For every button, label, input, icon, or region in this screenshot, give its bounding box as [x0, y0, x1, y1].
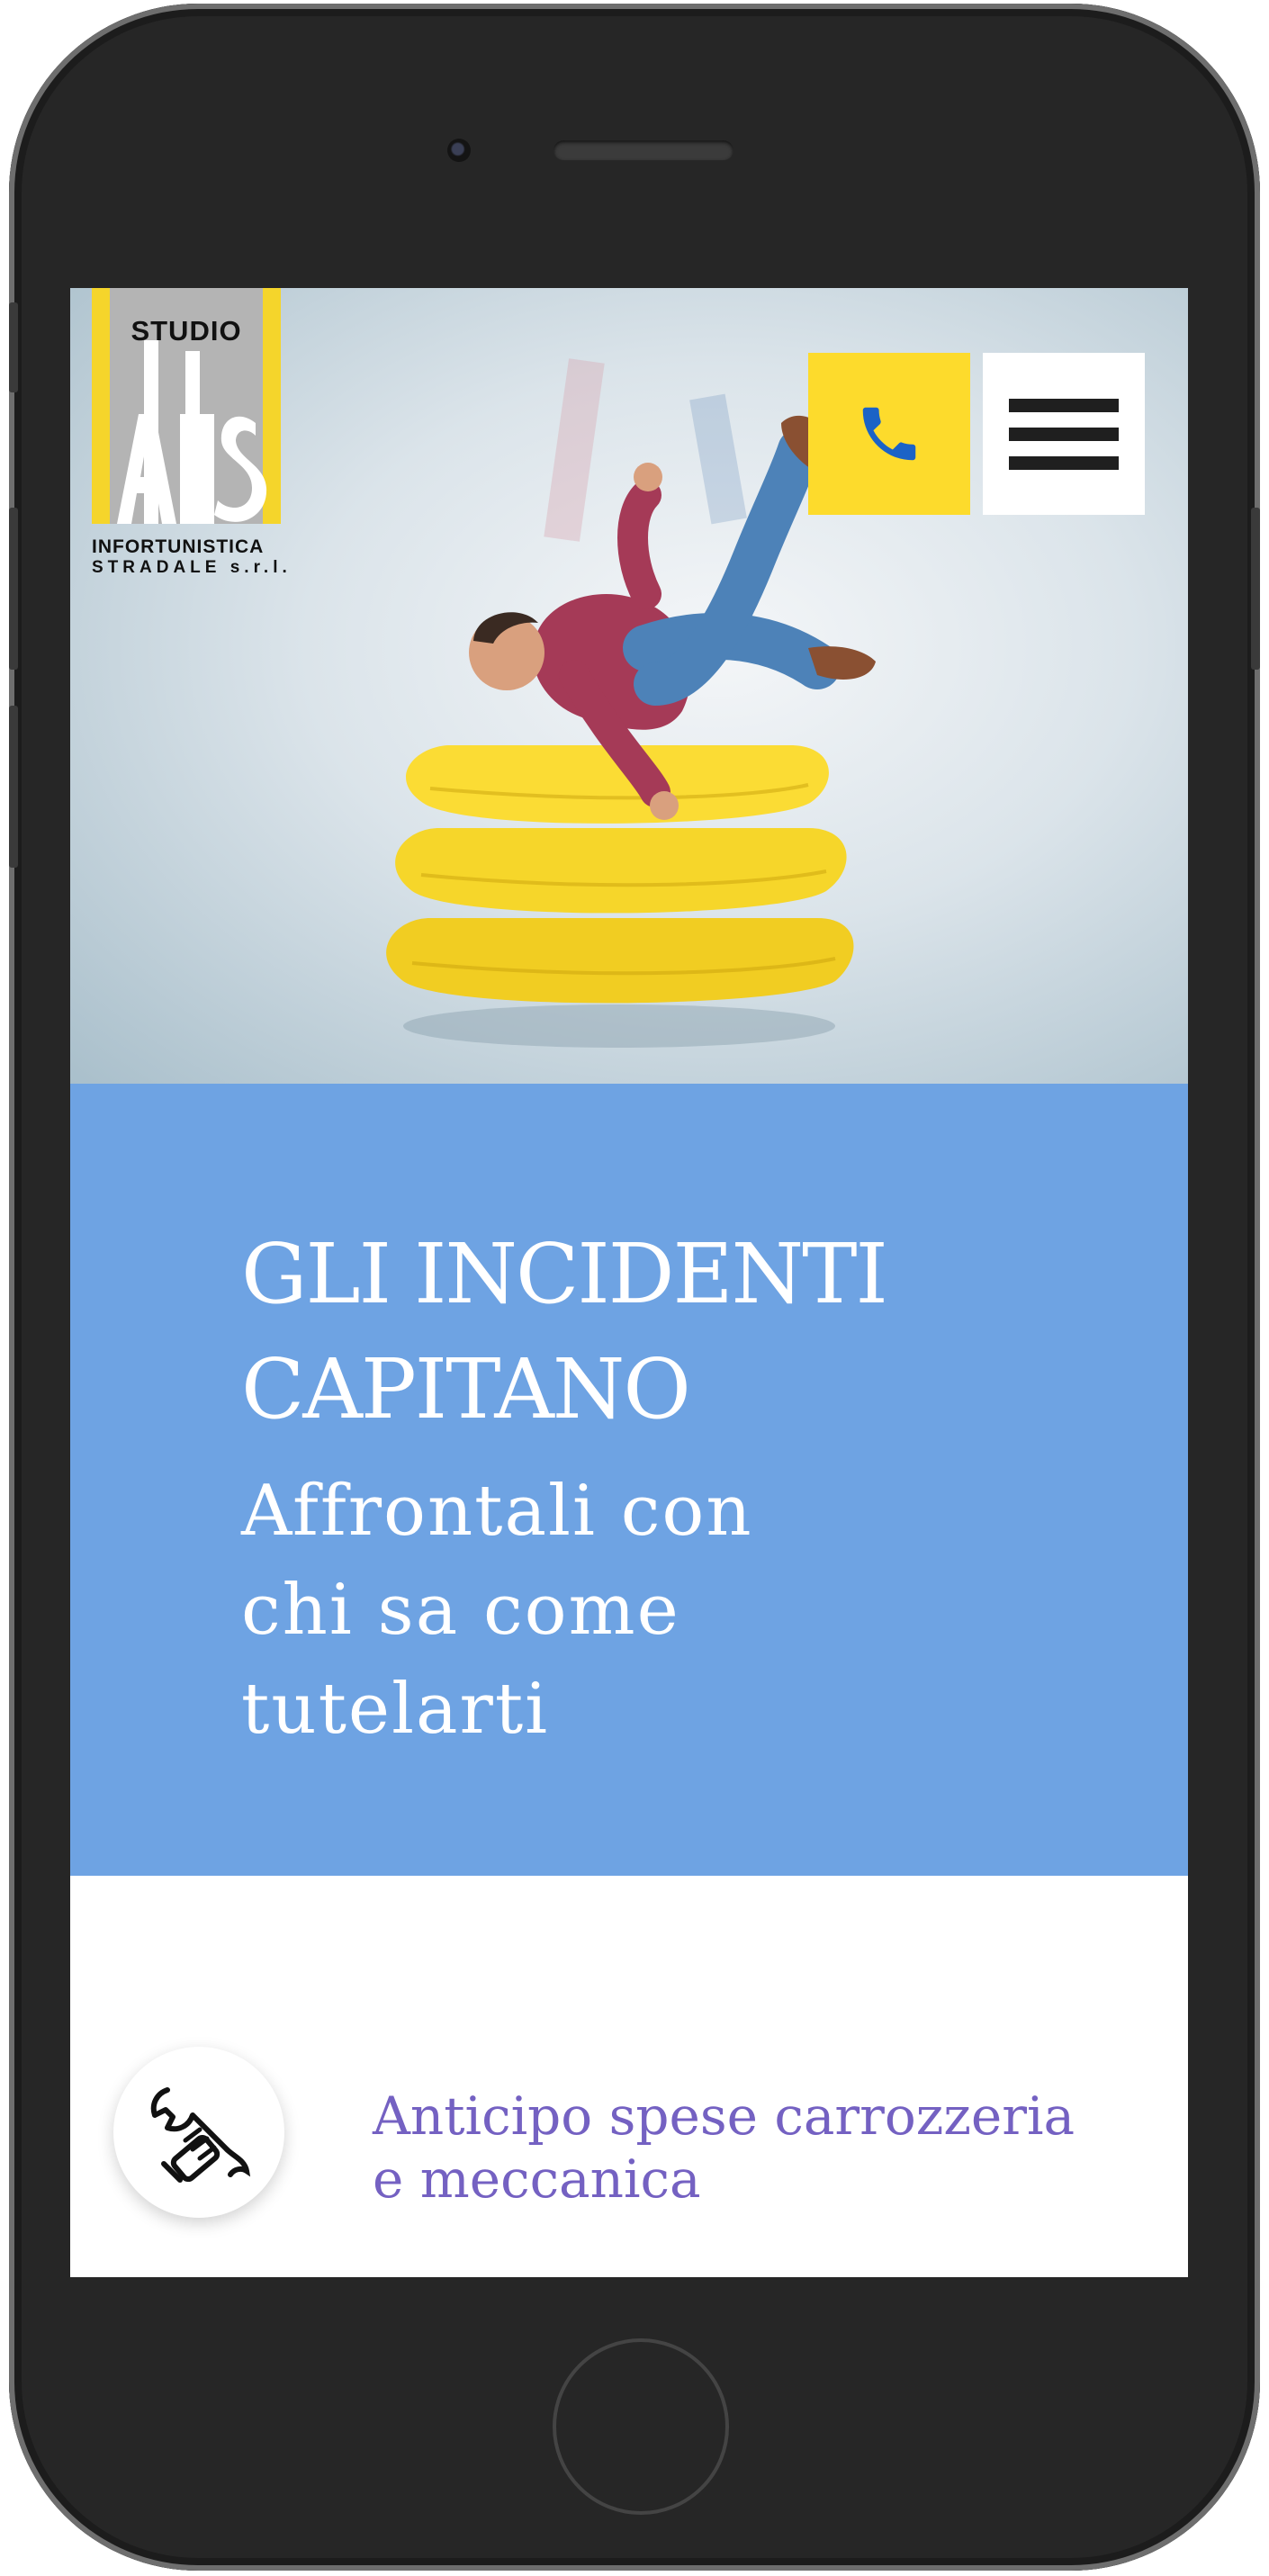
- volume-up-button: [9, 508, 18, 670]
- service-item-label[interactable]: Anticipo spese carrozzeria e meccanica: [373, 2085, 1165, 2211]
- hero-section: STUDIO INFORTUNISTICA STRADALE s.r.l.: [70, 288, 1188, 1084]
- phone-icon: [862, 407, 916, 461]
- hamburger-menu-icon: [1009, 427, 1119, 441]
- wrench-hand-icon: [150, 2087, 251, 2183]
- volume-down-button: [9, 706, 18, 868]
- power-button: [1251, 508, 1260, 670]
- screen: STUDIO INFORTUNISTICA STRADALE s.r.l. GL…: [70, 288, 1188, 2277]
- mute-switch: [9, 302, 18, 392]
- site-logo[interactable]: STUDIO INFORTUNISTICA STRADALE s.r.l.: [92, 288, 292, 577]
- logo-tagline-1: INFORTUNISTICA: [92, 536, 265, 557]
- logo-word: STUDIO: [130, 315, 242, 347]
- earpiece-speaker: [554, 140, 734, 160]
- hero-banner: GLI INCIDENTI CAPITANO Affrontali con ch…: [70, 1084, 1188, 1876]
- service-list: Anticipo spese carrozzeria e meccanica: [70, 1876, 1188, 2277]
- menu-button[interactable]: [983, 353, 1145, 515]
- hamburger-menu-icon: [1009, 455, 1119, 470]
- logo-tagline-2: STRADALE s.r.l.: [92, 558, 292, 577]
- call-button[interactable]: [808, 353, 970, 515]
- headline: GLI INCIDENTI CAPITANO: [241, 1226, 888, 1437]
- home-button: [553, 2338, 729, 2515]
- front-camera: [447, 139, 471, 162]
- hamburger-menu-icon: [1009, 398, 1119, 412]
- subheadline: Affrontali con chi sa come tutelarti: [241, 1471, 753, 1750]
- service-icon-circle[interactable]: [113, 2047, 284, 2218]
